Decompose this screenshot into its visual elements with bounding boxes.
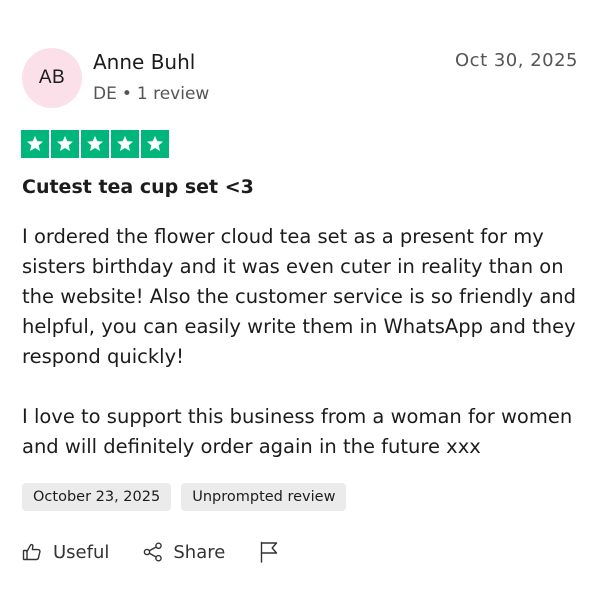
thumbs-up-icon (22, 542, 53, 562)
reviewer-name[interactable]: Anne Buhl (93, 50, 195, 74)
star-icon (111, 130, 139, 158)
reviewer-country: DE (93, 84, 117, 104)
meta-separator: • (121, 84, 132, 104)
avatar[interactable]: AB (22, 48, 82, 108)
avatar-initials: AB (38, 67, 66, 88)
share-icon (143, 542, 173, 562)
useful-button[interactable]: Useful (22, 542, 109, 563)
review-title: Cutest tea cup set <3 (22, 176, 254, 198)
review-paragraph: I ordered the flower cloud tea set as a … (22, 225, 577, 368)
experience-date-tag: October 23, 2025 (22, 483, 172, 511)
review-tags: October 23, 2025 Unprompted review (22, 483, 347, 511)
star-icon (141, 130, 169, 158)
report-button[interactable] (259, 541, 279, 563)
reviewer-meta: DE • 1 review (93, 84, 209, 104)
star-rating (21, 130, 169, 158)
unprompted-review-tag[interactable]: Unprompted review (181, 483, 347, 511)
review-date: Oct 30, 2025 (455, 50, 578, 71)
star-icon (81, 130, 109, 158)
star-icon (51, 130, 79, 158)
review-body: I ordered the flower cloud tea set as a … (22, 222, 587, 462)
flag-icon (259, 541, 279, 563)
star-icon (21, 130, 49, 158)
useful-label: Useful (53, 541, 110, 563)
share-button[interactable]: Share (143, 542, 225, 563)
review-paragraph: I love to support this business from a w… (22, 405, 573, 458)
review-card: AB Anne Buhl DE • 1 review Oct 30, 2025 Cu… (0, 0, 600, 594)
review-actions: Useful Share (22, 541, 279, 563)
reviewer-review-count[interactable]: 1 review (137, 84, 209, 104)
share-label: Share (173, 541, 226, 563)
